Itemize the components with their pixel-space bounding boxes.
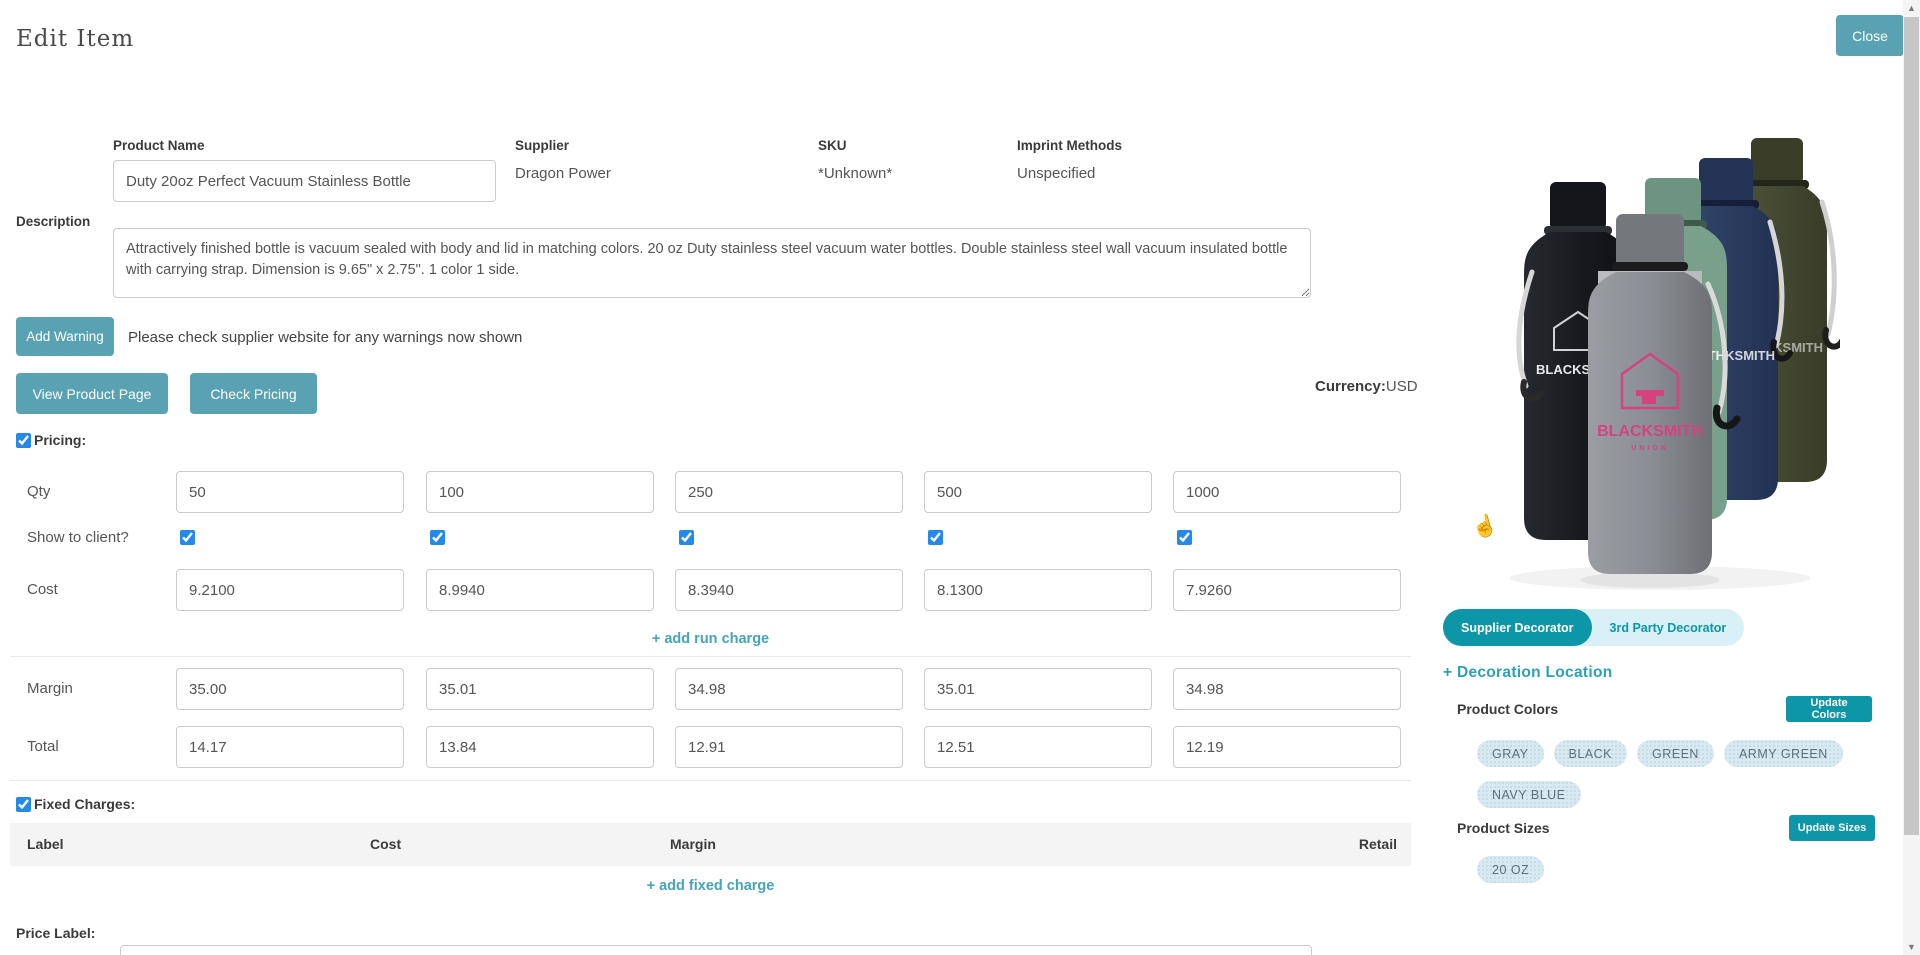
cost-input[interactable] — [675, 569, 903, 611]
cost-row-label: Cost — [27, 581, 58, 598]
sku-label: SKU — [818, 138, 847, 153]
size-chip[interactable]: 20 OZ — [1477, 856, 1544, 883]
margin-input[interactable] — [924, 668, 1152, 710]
update-sizes-button[interactable]: Update Sizes — [1789, 815, 1875, 841]
currency-label: Currency: — [1315, 378, 1386, 395]
color-chip[interactable]: GRAY — [1477, 740, 1544, 767]
qty-input[interactable] — [426, 471, 654, 513]
fixed-charges-header-row: Label Cost Margin Retail — [10, 823, 1411, 866]
total-input[interactable] — [176, 726, 404, 768]
show-to-client-checkbox[interactable] — [1177, 530, 1192, 545]
price-label-input[interactable] — [120, 945, 1312, 955]
color-chip[interactable]: GREEN — [1637, 740, 1714, 767]
tab-3rd-party-decorator[interactable]: 3rd Party Decorator — [1592, 609, 1745, 646]
total-row-label: Total — [27, 738, 59, 755]
page-title: Edit Item — [16, 26, 134, 52]
product-name-label: Product Name — [113, 138, 205, 153]
supplier-label: Supplier — [515, 138, 569, 153]
fixed-charges-checkbox[interactable] — [16, 797, 31, 812]
check-pricing-button[interactable]: Check Pricing — [190, 373, 317, 414]
total-input[interactable] — [426, 726, 654, 768]
product-name-input[interactable] — [113, 160, 496, 202]
qty-input[interactable] — [1173, 471, 1401, 513]
tab-supplier-decorator[interactable]: Supplier Decorator — [1443, 609, 1592, 646]
update-colors-button[interactable]: Update Colors — [1786, 696, 1872, 722]
cost-input[interactable] — [1173, 569, 1401, 611]
total-input[interactable] — [675, 726, 903, 768]
close-button[interactable]: Close — [1836, 15, 1904, 56]
qty-input[interactable] — [675, 471, 903, 513]
svg-text:UNION: UNION — [1631, 445, 1669, 452]
scrollbar-down-arrow[interactable]: ▼ — [1903, 939, 1920, 955]
show-to-client-checkbox[interactable] — [928, 530, 943, 545]
currency-value: USD — [1386, 378, 1418, 395]
color-chips-row-2: NAVY BLUE — [1477, 781, 1581, 808]
divider — [10, 780, 1411, 781]
fixed-charges-header-label: Label — [27, 836, 64, 852]
price-label-label: Price Label: — [16, 925, 95, 941]
add-fixed-charge-link[interactable]: + add fixed charge — [647, 878, 775, 894]
cost-input[interactable] — [176, 569, 404, 611]
scrollbar[interactable]: ▲ ▼ — [1903, 0, 1920, 955]
total-input[interactable] — [924, 726, 1152, 768]
color-chip[interactable]: BLACK — [1554, 740, 1628, 767]
color-chips-row-1: GRAY BLACK GREEN ARMY GREEN — [1477, 740, 1843, 767]
scrollbar-up-arrow[interactable]: ▲ — [1903, 0, 1920, 16]
size-chips-row: 20 OZ — [1477, 856, 1544, 883]
add-run-charge-link[interactable]: + add run charge — [652, 631, 769, 647]
description-label: Description — [16, 214, 90, 229]
pricing-section-label: Pricing: — [34, 432, 86, 448]
pricing-checkbox[interactable] — [16, 433, 31, 448]
qty-input[interactable] — [924, 471, 1152, 513]
sku-value: *Unknown* — [818, 165, 892, 182]
cost-input[interactable] — [426, 569, 654, 611]
show-to-client-checkbox[interactable] — [679, 530, 694, 545]
margin-input[interactable] — [1173, 668, 1401, 710]
product-image: BLACKSMITH BLACKSMITH BLACKSMITH — [1480, 122, 1840, 592]
scrollbar-thumb[interactable] — [1904, 17, 1919, 835]
view-product-page-button[interactable]: View Product Page — [16, 373, 168, 414]
imprint-methods-value: Unspecified — [1017, 165, 1095, 182]
description-textarea[interactable]: Attractively finished bottle is vacuum s… — [113, 228, 1311, 298]
warning-note: Please check supplier website for any wa… — [128, 329, 522, 346]
fixed-charges-header-retail: Retail — [1359, 836, 1397, 852]
product-sizes-label: Product Sizes — [1457, 820, 1550, 836]
imprint-methods-label: Imprint Methods — [1017, 138, 1122, 153]
supplier-value: Dragon Power — [515, 165, 611, 182]
pricing-section-header: Pricing: — [16, 432, 86, 448]
add-fixed-charge-row: + add fixed charge — [10, 877, 1411, 895]
fixed-charges-header-margin: Margin — [670, 836, 716, 852]
divider — [10, 656, 1411, 657]
fixed-charges-section-header: Fixed Charges: — [16, 796, 135, 812]
add-warning-button[interactable]: Add Warning — [16, 317, 114, 356]
show-to-client-checkbox[interactable] — [430, 530, 445, 545]
fixed-charges-section-label: Fixed Charges: — [34, 796, 135, 812]
currency-row: Currency:USD — [1315, 378, 1418, 395]
fixed-charges-header-cost: Cost — [370, 836, 401, 852]
edit-item-page: Edit Item Close Product Name Supplier Dr… — [0, 0, 1920, 955]
margin-input[interactable] — [176, 668, 404, 710]
show-to-client-checkbox[interactable] — [180, 530, 195, 545]
margin-row-label: Margin — [27, 680, 73, 697]
show-to-client-label: Show to client? — [27, 529, 129, 546]
qty-row-label: Qty — [27, 483, 50, 500]
product-colors-label: Product Colors — [1457, 701, 1558, 717]
margin-input[interactable] — [675, 668, 903, 710]
color-chip[interactable]: NAVY BLUE — [1477, 781, 1581, 808]
cost-input[interactable] — [924, 569, 1152, 611]
margin-input[interactable] — [426, 668, 654, 710]
color-chip[interactable]: ARMY GREEN — [1724, 740, 1843, 767]
svg-text:BLACKSMITH: BLACKSMITH — [1597, 423, 1703, 440]
total-input[interactable] — [1173, 726, 1401, 768]
add-run-charge-row: + add run charge — [10, 630, 1411, 648]
qty-input[interactable] — [176, 471, 404, 513]
decoration-location-link[interactable]: + Decoration Location — [1443, 664, 1613, 682]
decorator-tabs: Supplier Decorator 3rd Party Decorator — [1443, 609, 1744, 646]
